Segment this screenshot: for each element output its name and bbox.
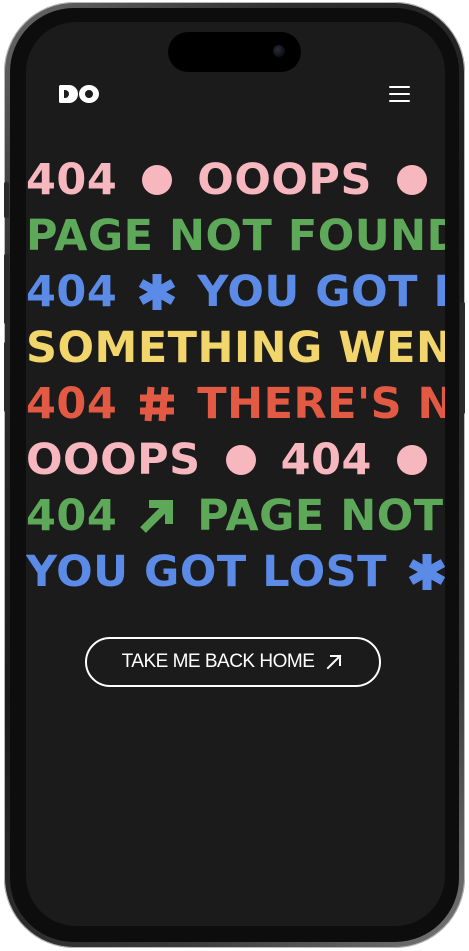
back-home-button[interactable]: TAKE ME BACK HOME (85, 637, 381, 687)
marquee-text: SOMETHING WENT WRONG (26, 323, 445, 373)
asterisk-icon (407, 552, 445, 592)
dot-icon (392, 165, 432, 195)
arrow-icon (137, 496, 177, 536)
marquee-row: YOU GOT LOST404 (26, 544, 445, 600)
marquee-text: 404 (26, 379, 118, 429)
camera-icon (273, 45, 285, 57)
marquee-text: YOU GOT LOST (26, 547, 387, 597)
marquee-row: OOOPS404OOOPS (26, 432, 445, 488)
asterisk-icon (137, 272, 177, 312)
hamburger-menu-icon[interactable] (389, 86, 410, 102)
back-home-label: TAKE ME BACK HOME (121, 651, 315, 672)
marquee-text: 404 (280, 435, 372, 485)
marquee-text: OOOPS (197, 155, 372, 205)
logo[interactable] (59, 84, 99, 104)
marquee-text: 404 (26, 155, 118, 205)
dot-icon (221, 445, 261, 475)
menu-line (389, 93, 410, 95)
marquee-row: 404 YOU GOT LOST (26, 264, 445, 320)
menu-line (389, 100, 410, 102)
marquee-text: THERE'S NOTHING HERE (197, 379, 445, 429)
marquee-text: OOOPS (26, 435, 201, 485)
dot-icon (137, 165, 177, 195)
hash-icon (137, 384, 177, 424)
arrow-up-right-icon (326, 654, 342, 670)
logo-o-glyph (79, 85, 99, 103)
volume-up-button (4, 254, 9, 324)
screen: 404OOOPS404PAGE NOT FOUND404YOU GOT LOST… (26, 22, 445, 926)
power-button (460, 302, 465, 414)
marquee-row: 404 PAGE NOT FOUND (26, 488, 445, 544)
menu-line (389, 86, 410, 88)
marquee-text: PAGE NOT FOUND (197, 491, 445, 541)
logo-d-glyph (59, 85, 78, 103)
marquee-row: SOMETHING WENT WRONG (26, 320, 445, 376)
marquee-row: 404 THERE'S NOTHING HERE (26, 376, 445, 432)
marquee-row: PAGE NOT FOUND (26, 208, 445, 264)
marquee-text: PAGE NOT FOUND (26, 211, 445, 261)
marquee-row: 404OOOPS404 (26, 152, 445, 208)
dot-icon (392, 445, 432, 475)
action-button (4, 182, 9, 218)
dynamic-island (168, 32, 301, 72)
marquee-text: 404 (26, 491, 118, 541)
volume-down-button (4, 342, 9, 412)
marquee-text: 404 (26, 267, 118, 317)
marquee-text: YOU GOT LOST (197, 267, 445, 317)
